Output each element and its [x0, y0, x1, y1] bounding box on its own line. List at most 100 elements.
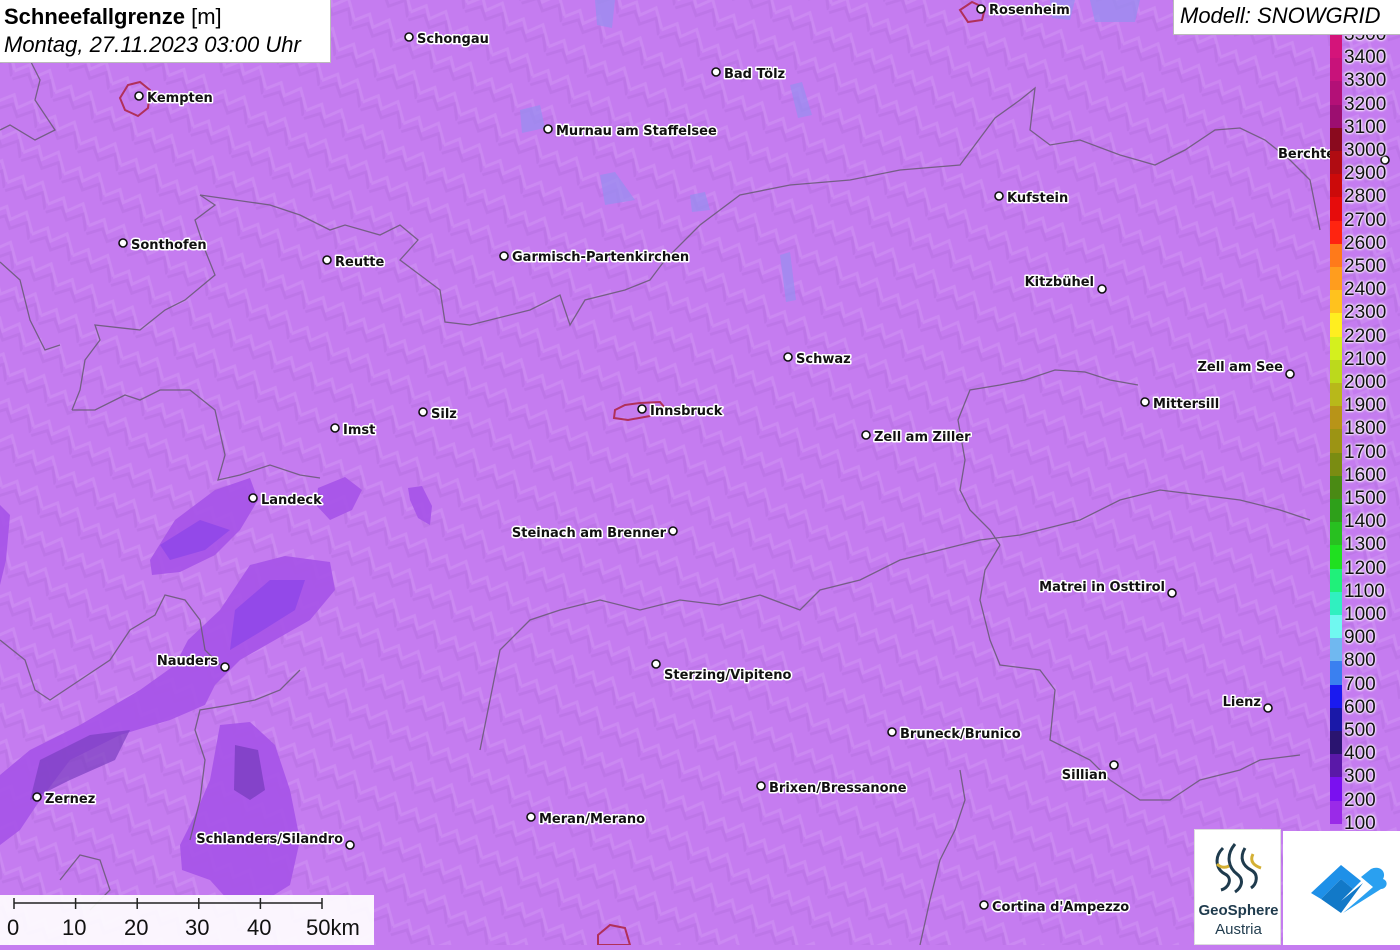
legend-item: 1700 [1328, 441, 1400, 476]
city-marker[interactable]: Murnau am Staffelsee [543, 123, 718, 141]
city-label: Cortina d'Ampezzo [992, 900, 1129, 915]
weather-app-logo[interactable] [1283, 831, 1400, 945]
city-label: Zell am See [1197, 360, 1283, 375]
city-label: Reutte [335, 255, 385, 270]
legend-value: 600 [1344, 696, 1376, 718]
legend-value: 300 [1344, 766, 1376, 788]
title-unit: [m] [191, 4, 222, 29]
city-dot [976, 4, 986, 14]
legend-item: 3300 [1328, 69, 1400, 105]
geosphere-logo[interactable]: GeoSphere Austria [1194, 829, 1281, 945]
legend-value: 1400 [1344, 511, 1387, 533]
city-dot [322, 255, 332, 265]
legend-item: 300 [1328, 765, 1400, 801]
legend-value: 2400 [1344, 279, 1387, 301]
city-label: Bruneck/Brunico [900, 727, 1021, 742]
city-marker[interactable]: Innsbruck [637, 403, 724, 421]
legend-item: 1400 [1328, 510, 1400, 546]
legend-item: 600 [1328, 696, 1400, 731]
legend-value: 200 [1344, 789, 1376, 811]
legend-item: 1500 [1328, 487, 1400, 523]
city-marker[interactable]: Brixen/Bressanone [756, 780, 908, 798]
legend-value: 2000 [1344, 372, 1387, 393]
legend-swatch [1330, 823, 1342, 830]
city-dot [418, 407, 428, 417]
legend-value: 1500 [1344, 488, 1387, 509]
legend-value: 1100 [1344, 580, 1385, 602]
legend-value: 1000 [1344, 604, 1387, 625]
scale-label: 50km [306, 915, 360, 940]
legend-value: 800 [1344, 650, 1376, 672]
map-title: Schneefallgrenze [m] [4, 3, 326, 31]
city-label: Silz [431, 407, 457, 422]
city-dot [783, 352, 793, 362]
legend-value: 400 [1344, 743, 1376, 765]
city-dot [330, 423, 340, 433]
city-marker[interactable]: Sonthofen [118, 237, 208, 255]
city-dot [887, 727, 897, 737]
city-label: Schlanders/Silandro [196, 832, 343, 847]
city-label: Sterzing/Vipiteno [664, 668, 791, 683]
legend-value: 3200 [1344, 93, 1387, 115]
scale-label: 40 [247, 915, 272, 940]
title-parameter: Schneefallgrenze [4, 4, 185, 29]
city-dot [637, 404, 647, 414]
city-dot [756, 781, 766, 791]
legend-item: 2200 [1328, 325, 1400, 360]
scale-label: 0 [7, 915, 20, 940]
scale-label: 30 [185, 915, 210, 940]
city-dot [345, 840, 355, 850]
city-dot [220, 662, 230, 672]
map-canvas[interactable]: Rosenheim Schongau Bad Tölz Kempten Murnau a… [0, 0, 1400, 945]
legend-value: 500 [1344, 720, 1376, 741]
legend-value: 3400 [1344, 47, 1387, 69]
title-panel: Schneefallgrenze [m] Montag, 27.11.2023 … [0, 0, 331, 63]
city-label: Sillian [1062, 768, 1107, 783]
legend-item: 2000 [1328, 371, 1400, 407]
city-marker[interactable]: Kempten [134, 90, 214, 108]
legend-item: 700 [1328, 673, 1400, 708]
scale-label: 10 [62, 915, 87, 940]
city-dot [499, 251, 509, 261]
city-label: Nauders [157, 654, 218, 669]
city-marker[interactable]: Steinach am Brenner [510, 525, 678, 543]
city-dot [118, 238, 128, 248]
city-marker[interactable]: Mittersill [1140, 396, 1221, 414]
city-label: Berchte [1278, 147, 1335, 162]
city-label: Garmisch-Partenkirchen [512, 250, 689, 265]
city-marker[interactable]: Schlanders/Silandro [195, 831, 355, 850]
legend-item: 1300 [1328, 533, 1400, 569]
legend-value: 100 [1344, 812, 1376, 830]
legend-item: 500 [1328, 719, 1400, 755]
legend-value: 700 [1344, 673, 1376, 695]
scale-bar: 0 10 20 30 40 50km [0, 895, 374, 945]
city-marker[interactable]: Zell am Ziller [861, 429, 973, 447]
legend-value: 1200 [1344, 557, 1387, 579]
legend-item: 1000 [1328, 603, 1400, 639]
model-label: Modell: SNOWGRID [1173, 0, 1400, 35]
legend-item: 100 [1328, 812, 1400, 830]
city-label: Landeck [261, 493, 322, 508]
city-dot [32, 792, 42, 802]
city-label: Matrei in Osttirol [1039, 580, 1165, 595]
city-dot [1167, 588, 1177, 598]
city-label: Imst [343, 423, 375, 438]
legend-value: 2500 [1344, 256, 1387, 277]
city-marker[interactable]: Rosenheim [976, 2, 1071, 20]
city-marker[interactable]: Cortina d'Ampezzo [979, 899, 1131, 917]
city-dot [1263, 703, 1273, 713]
geosphere-subtitle: Austria [1215, 921, 1262, 938]
legend-value: 3100 [1344, 116, 1387, 138]
legend-value: 3500 [1344, 35, 1386, 46]
city-marker[interactable]: Schongau [404, 31, 490, 49]
legend-item: 1800 [1328, 417, 1400, 453]
city-marker[interactable]: Matrei in Osttirol [1038, 579, 1177, 598]
city-dot [979, 900, 989, 910]
city-marker[interactable]: Bruneck/Brunico [887, 726, 1022, 744]
city-marker[interactable]: Meran/Merano [526, 811, 647, 829]
geosphere-emblem-icon [1215, 843, 1262, 894]
city-marker[interactable]: Garmisch-Partenkirchen [499, 249, 691, 267]
city-dot [1097, 284, 1107, 294]
city-dot [711, 67, 721, 77]
city-dot [543, 124, 553, 134]
